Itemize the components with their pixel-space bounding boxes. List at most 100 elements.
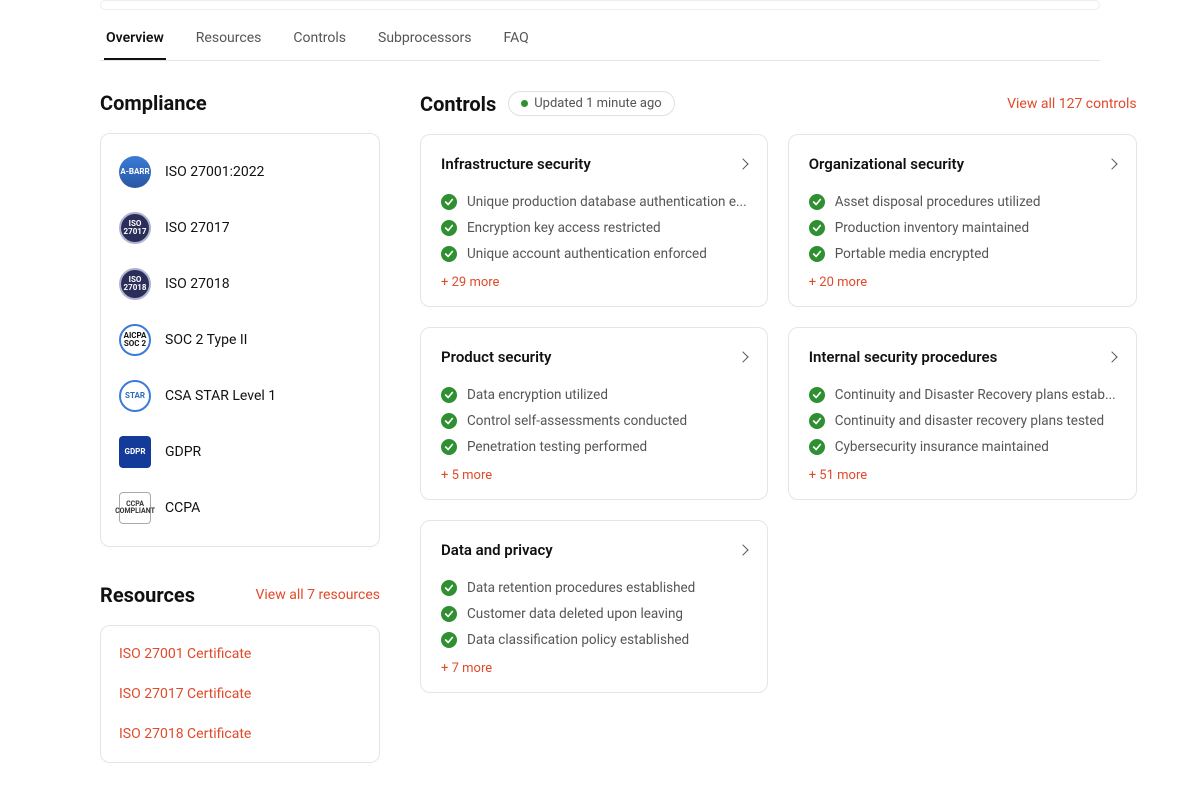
- control-item[interactable]: Encryption key access restricted: [441, 215, 747, 241]
- compliance-badge-icon: A-BARR: [119, 156, 151, 188]
- control-card-header[interactable]: Product security: [441, 348, 747, 366]
- tab-resources[interactable]: Resources: [194, 20, 264, 60]
- control-item[interactable]: Penetration testing performed: [441, 434, 747, 460]
- tab-overview[interactable]: Overview: [104, 20, 166, 60]
- tab-controls[interactable]: Controls: [291, 20, 348, 60]
- control-item[interactable]: Production inventory maintained: [809, 215, 1116, 241]
- compliance-item[interactable]: ISO 27018 ISO 27018: [101, 256, 379, 312]
- control-item-label: Portable media encrypted: [835, 246, 989, 262]
- control-item-label: Encryption key access restricted: [467, 220, 661, 236]
- control-item[interactable]: Data classification policy established: [441, 627, 747, 653]
- control-card-header[interactable]: Infrastructure security: [441, 155, 747, 173]
- compliance-badge-icon: ISO 27017: [119, 212, 151, 244]
- control-card-title: Organizational security: [809, 155, 964, 173]
- control-item[interactable]: Unique production database authenticatio…: [441, 189, 747, 215]
- compliance-card: A-BARRISO 27001:2022ISO 27017ISO 27017IS…: [100, 133, 380, 547]
- compliance-badge-icon: STAR: [119, 380, 151, 412]
- control-item[interactable]: Customer data deleted upon leaving: [441, 601, 747, 627]
- status-dot-icon: [521, 100, 528, 107]
- control-card-header[interactable]: Data and privacy: [441, 541, 747, 559]
- compliance-item[interactable]: AICPA SOC 2 SOC 2 Type II: [101, 312, 379, 368]
- check-circle-icon: [809, 220, 825, 236]
- more-link[interactable]: + 7 more: [441, 661, 492, 676]
- compliance-item-label: CCPA: [165, 500, 200, 516]
- compliance-badge-icon: GDPR: [119, 436, 151, 468]
- compliance-badge-icon: CCPA COMPLIANT: [119, 492, 151, 524]
- control-item[interactable]: Data retention procedures established: [441, 575, 747, 601]
- control-card-header[interactable]: Organizational security: [809, 155, 1116, 173]
- control-item[interactable]: Control self-assessments conducted: [441, 408, 747, 434]
- control-item-label: Production inventory maintained: [835, 220, 1029, 236]
- check-circle-icon: [809, 194, 825, 210]
- compliance-item-label: ISO 27001:2022: [165, 164, 264, 180]
- tab-bar: Overview Resources Controls Subprocessors FA…: [100, 20, 1100, 61]
- chevron-right-icon: [1106, 351, 1117, 362]
- control-card: Organizational security Asset disposal pr…: [788, 134, 1137, 307]
- check-circle-icon: [441, 632, 457, 648]
- check-circle-icon: [809, 439, 825, 455]
- compliance-badge-icon: ISO 27018: [119, 268, 151, 300]
- control-item-label: Cybersecurity insurance maintained: [835, 439, 1049, 455]
- resource-item[interactable]: ISO 27018 Certificate: [101, 714, 379, 754]
- control-item-label: Unique account authentication enforced: [467, 246, 707, 262]
- more-link[interactable]: + 29 more: [441, 275, 499, 290]
- check-circle-icon: [441, 606, 457, 622]
- compliance-item[interactable]: CCPA COMPLIANT CCPA: [101, 480, 379, 536]
- resource-item[interactable]: ISO 27017 Certificate: [101, 674, 379, 714]
- compliance-badge-icon: AICPA SOC 2: [119, 324, 151, 356]
- control-card: Product security Data encryption utilized…: [420, 327, 768, 500]
- more-link[interactable]: + 20 more: [809, 275, 867, 290]
- control-item-label: Unique production database authenticatio…: [467, 194, 747, 210]
- control-item[interactable]: Asset disposal procedures utilized: [809, 189, 1116, 215]
- view-all-resources-link[interactable]: View all 7 resources: [255, 587, 380, 603]
- control-item-label: Data encryption utilized: [467, 387, 608, 403]
- control-card-header[interactable]: Internal security procedures: [809, 348, 1116, 366]
- check-circle-icon: [809, 413, 825, 429]
- control-card-title: Data and privacy: [441, 541, 553, 559]
- compliance-item[interactable]: A-BARR ISO 27001:2022: [101, 144, 379, 200]
- control-item-label: Data retention procedures established: [467, 580, 695, 596]
- compliance-item-label: SOC 2 Type II: [165, 332, 247, 348]
- control-item-label: Continuity and disaster recovery plans t…: [835, 413, 1104, 429]
- control-card: Internal security procedures Continuity a…: [788, 327, 1137, 500]
- check-circle-icon: [441, 439, 457, 455]
- control-item[interactable]: Unique account authentication enforced: [441, 241, 747, 267]
- header-box-fragment: [100, 0, 1100, 10]
- tab-subprocessors[interactable]: Subprocessors: [376, 20, 474, 60]
- control-item[interactable]: Cybersecurity insurance maintained: [809, 434, 1116, 460]
- chevron-right-icon: [1106, 158, 1117, 169]
- control-item-label: Penetration testing performed: [467, 439, 647, 455]
- control-item-label: Customer data deleted upon leaving: [467, 606, 683, 622]
- control-card-title: Internal security procedures: [809, 348, 998, 366]
- check-circle-icon: [441, 387, 457, 403]
- control-item[interactable]: Continuity and Disaster Recovery plans e…: [809, 382, 1116, 408]
- control-card: Data and privacy Data retention procedure…: [420, 520, 768, 693]
- more-link[interactable]: + 5 more: [441, 468, 492, 483]
- compliance-item[interactable]: ISO 27017 ISO 27017: [101, 200, 379, 256]
- chevron-right-icon: [737, 158, 748, 169]
- more-link[interactable]: + 51 more: [809, 468, 867, 483]
- resource-item[interactable]: ISO 27001 Certificate: [101, 634, 379, 674]
- check-circle-icon: [441, 194, 457, 210]
- check-circle-icon: [441, 580, 457, 596]
- control-card: Infrastructure security Unique production…: [420, 134, 768, 307]
- chevron-right-icon: [737, 351, 748, 362]
- control-item[interactable]: Continuity and disaster recovery plans t…: [809, 408, 1116, 434]
- updated-status-text: Updated 1 minute ago: [534, 96, 661, 111]
- compliance-title: Compliance: [100, 91, 207, 115]
- compliance-item-label: GDPR: [165, 444, 201, 460]
- control-item-label: Data classification policy established: [467, 632, 689, 648]
- control-item-label: Continuity and Disaster Recovery plans e…: [835, 387, 1116, 403]
- view-all-controls-link[interactable]: View all 127 controls: [1007, 96, 1137, 112]
- compliance-item-label: ISO 27017: [165, 220, 230, 236]
- check-circle-icon: [809, 246, 825, 262]
- compliance-item-label: ISO 27018: [165, 276, 230, 292]
- compliance-item[interactable]: GDPR GDPR: [101, 424, 379, 480]
- check-circle-icon: [809, 387, 825, 403]
- tab-faq[interactable]: FAQ: [502, 20, 531, 60]
- resources-card: ISO 27001 CertificateISO 27017 Certifica…: [100, 625, 380, 763]
- control-item[interactable]: Data encryption utilized: [441, 382, 747, 408]
- updated-status-pill: Updated 1 minute ago: [508, 91, 674, 116]
- compliance-item[interactable]: STARCSA STAR Level 1: [101, 368, 379, 424]
- control-item[interactable]: Portable media encrypted: [809, 241, 1116, 267]
